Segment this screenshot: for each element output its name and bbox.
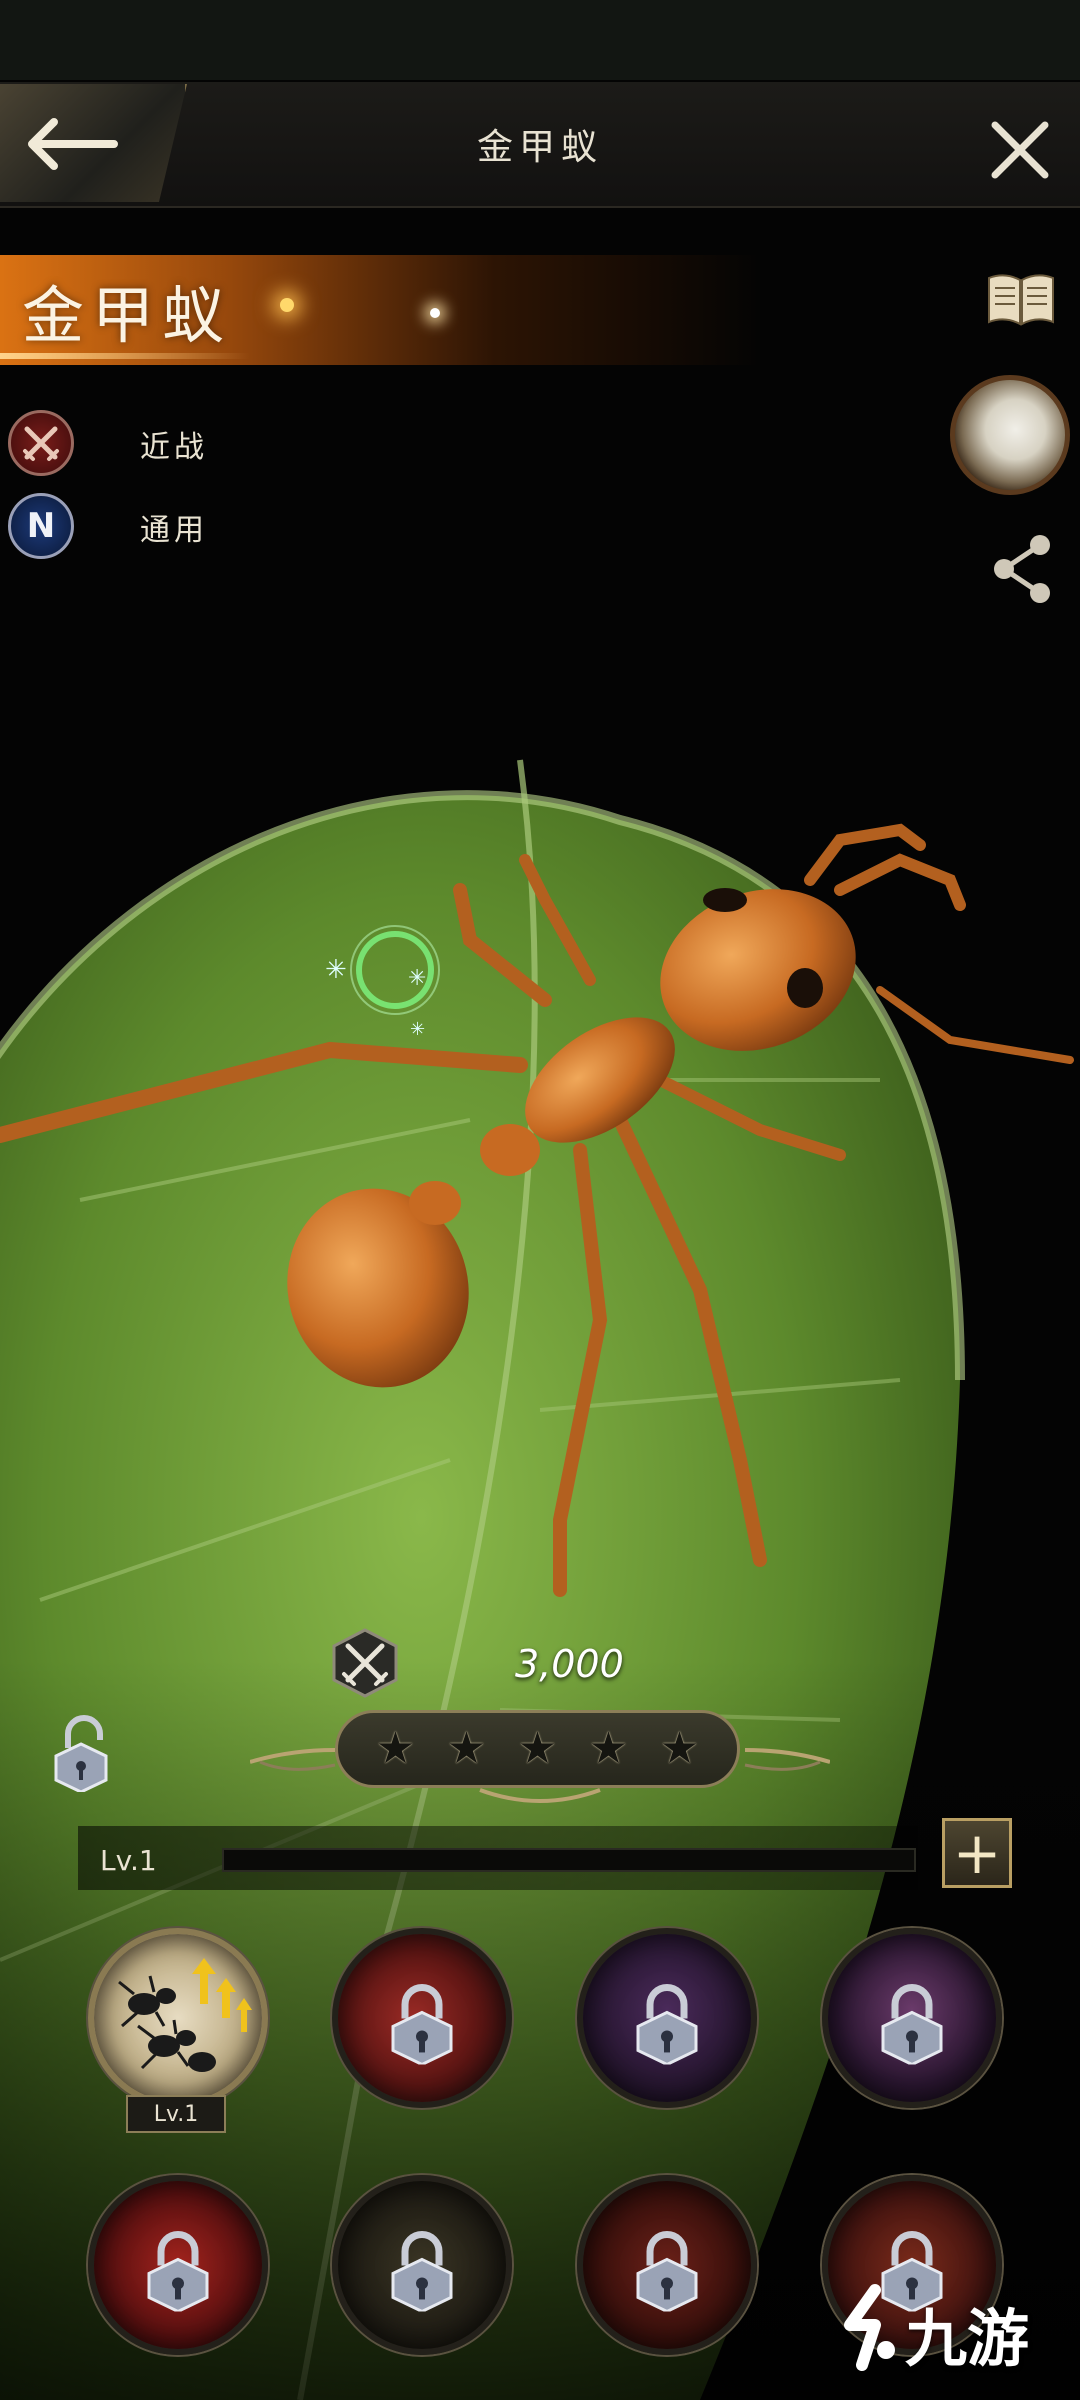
general-tag-label: 通用: [140, 513, 208, 548]
page-title: 金甲蚁: [476, 127, 603, 168]
watermark-text: 九游: [905, 2302, 1030, 2375]
unit-name: 金甲蚁: [22, 279, 233, 352]
skill-slot[interactable]: [332, 2175, 512, 2355]
general-n-icon: N: [8, 493, 74, 559]
level-up-button[interactable]: +: [942, 1818, 1012, 1888]
arrow-left-icon: [28, 118, 118, 170]
melee-tag-label: 近战: [140, 430, 208, 465]
status-strip: [0, 0, 1080, 80]
skill-slot[interactable]: [88, 2175, 268, 2355]
level-label: Lv.1: [100, 1844, 157, 1877]
svg-text:✳: ✳: [410, 1019, 425, 1040]
skill-slot[interactable]: [822, 1928, 1002, 2108]
skill-slot[interactable]: [577, 2175, 757, 2355]
back-button[interactable]: [0, 84, 187, 202]
star-icon: ★: [517, 1723, 558, 1774]
ant-swarm-skill-icon: [118, 1958, 252, 2072]
unlocked-padlock-icon[interactable]: [50, 1712, 112, 1792]
svg-text:✳: ✳: [325, 955, 347, 985]
game-screen: ✳ ✳ ✳ 金甲蚁 金甲蚁 近战 N 通用 3,000 ★ ★ ★ ★ ★ Lv…: [0, 0, 1080, 2400]
skill-slot[interactable]: [88, 1928, 268, 2108]
padlock-icon: [391, 1983, 453, 2065]
star-icon: ★: [446, 1723, 487, 1774]
star-icon: ★: [588, 1723, 629, 1774]
skill-slot[interactable]: [332, 1928, 512, 2108]
padlock-icon: [881, 1983, 943, 2065]
level-progress-bar: [222, 1848, 916, 1872]
star-icon: ★: [659, 1723, 700, 1774]
power-value: 3,000: [515, 1642, 624, 1686]
crossed-swords-icon: [332, 1628, 398, 1698]
book-icon[interactable]: [985, 272, 1057, 328]
close-x-icon[interactable]: [985, 115, 1055, 185]
padlock-icon: [636, 2230, 698, 2312]
banner-sparkle: [430, 308, 440, 318]
star-plate: ★ ★ ★ ★ ★: [335, 1710, 740, 1788]
avatar[interactable]: [950, 375, 1070, 495]
share-icon[interactable]: [990, 533, 1056, 605]
star-icon: ★: [375, 1723, 416, 1774]
star-rating: ★ ★ ★ ★ ★: [250, 1700, 830, 1810]
skill-level-badge: Lv.1: [126, 2095, 226, 2133]
padlock-icon: [636, 1983, 698, 2065]
padlock-icon: [147, 2230, 209, 2312]
banner-sparkle: [280, 298, 294, 312]
skill-slot[interactable]: [577, 1928, 757, 2108]
padlock-icon: [391, 2230, 453, 2312]
crossed-swords-icon: [8, 410, 74, 476]
svg-text:✳: ✳: [408, 966, 426, 991]
